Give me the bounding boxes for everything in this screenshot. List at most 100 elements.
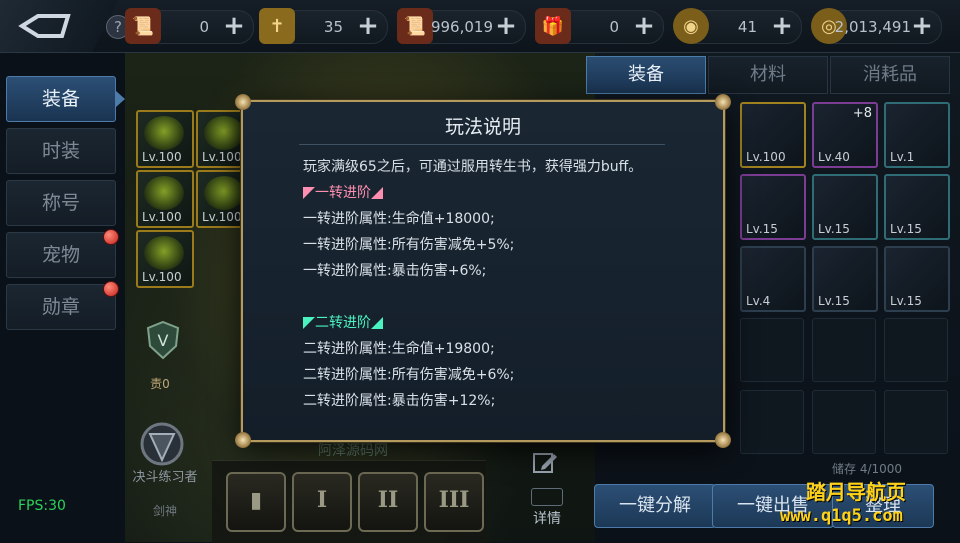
details-button[interactable]: 详情 xyxy=(524,488,570,532)
empty-slot[interactable] xyxy=(812,390,876,454)
resource-coin-stack: ◎ 2,013,491 + xyxy=(811,8,942,44)
empty-slot[interactable] xyxy=(884,390,948,454)
item-level: Lv.15 xyxy=(746,222,778,236)
item-level: Lv.40 xyxy=(818,150,850,164)
enhance-level: +8 xyxy=(852,106,872,121)
empty-slot[interactable] xyxy=(740,318,804,382)
section-heading-2: 二转进阶 xyxy=(303,310,713,336)
skill-slot-3[interactable]: III xyxy=(424,472,484,532)
add-button[interactable]: + xyxy=(909,13,935,40)
inventory-item[interactable]: Lv.15 xyxy=(884,246,950,312)
empty-slot[interactable] xyxy=(884,318,948,382)
corner-ornament xyxy=(235,94,251,110)
resource-map-scroll: 📜 996,019 + xyxy=(397,8,526,44)
back-button[interactable] xyxy=(0,0,118,52)
corner-marker-icon xyxy=(371,187,383,199)
section-title: 一转进阶 xyxy=(315,185,371,201)
inventory-item[interactable]: Lv.15 xyxy=(884,174,950,240)
armor-icon xyxy=(144,116,184,150)
section-title: 二转进阶 xyxy=(315,315,371,331)
add-button[interactable]: + xyxy=(769,13,795,40)
add-button[interactable]: + xyxy=(355,13,381,40)
item-level: Lv.4 xyxy=(746,294,771,308)
attribute-line: 二转进阶属性:暴击伤害+12%; xyxy=(303,393,496,409)
inventory-item[interactable]: Lv.15 xyxy=(740,174,806,240)
resource-value: 996,019 xyxy=(430,18,493,36)
dialog-title: 玩法说明 xyxy=(444,116,521,138)
add-button[interactable]: + xyxy=(493,13,519,40)
inventory-item[interactable]: Lv.4 xyxy=(740,246,806,312)
empty-slot[interactable] xyxy=(812,318,876,382)
sidebar-item-equipment[interactable]: 装备 xyxy=(6,76,125,122)
chevron-up-icon xyxy=(531,488,563,506)
sidebar-item-label: 宠物 xyxy=(41,244,80,266)
honor-badge: 责0 xyxy=(150,377,170,391)
skill-slot-2[interactable]: II xyxy=(358,472,418,532)
dialog-body: 玩家满级65之后，可通过服用转生书，获得强力buff。 一转进阶 一转进阶属性:… xyxy=(303,154,713,414)
slot-level: Lv.100 xyxy=(202,150,242,164)
skill-label: III xyxy=(438,487,470,513)
skill-label: I xyxy=(316,487,328,513)
gameplay-info-dialog: 玩法说明 玩家满级65之后，可通过服用转生书，获得强力buff。 一转进阶 一转… xyxy=(235,94,731,448)
armor-icon xyxy=(204,176,244,210)
resource-value: 41 xyxy=(737,18,757,36)
duel-emblem-icon xyxy=(140,422,184,466)
slot-level: Lv.100 xyxy=(142,270,182,284)
brand-url: www.q1q5.com xyxy=(780,506,903,526)
details-label: 详情 xyxy=(533,511,561,527)
armor-icon xyxy=(144,176,184,210)
tab-label: 材料 xyxy=(750,64,786,85)
button-label: 一键分解 xyxy=(619,495,691,516)
brand-name: 踏月导航页 xyxy=(806,480,906,504)
equip-slot[interactable]: Lv.100 xyxy=(136,230,194,288)
inventory-item[interactable]: Lv.15 xyxy=(812,174,878,240)
skill-book-icon: ▮ xyxy=(249,487,263,513)
item-level: Lv.1 xyxy=(890,150,915,164)
attribute-line: 一转进阶属性:所有伤害减免+5%; xyxy=(303,237,515,253)
section-heading-1: 一转进阶 xyxy=(303,180,713,206)
corner-marker-icon xyxy=(371,317,383,329)
sidebar-item-label: 时装 xyxy=(41,140,80,162)
tab-label: 装备 xyxy=(628,64,664,85)
map-scroll-icon: 📜 xyxy=(397,8,433,44)
equip-slot[interactable]: Lv.100 xyxy=(136,110,194,168)
inventory-item[interactable]: +8 Lv.40 xyxy=(812,102,878,168)
attribute-line: 一转进阶属性:生命值+18000; xyxy=(303,211,495,227)
skill-slot-1[interactable]: I xyxy=(292,472,352,532)
attribute-line: 一转进阶属性:暴击伤害+6%; xyxy=(303,263,487,279)
decompose-all-button[interactable]: 一键分解 xyxy=(594,484,716,528)
sidebar-item-title[interactable]: 称号 xyxy=(6,180,116,226)
item-level: Lv.15 xyxy=(890,294,922,308)
add-button[interactable]: + xyxy=(221,13,247,40)
equip-slot[interactable]: Lv.100 xyxy=(136,170,194,228)
inventory-item[interactable]: Lv.15 xyxy=(812,246,878,312)
skill-slot-empty[interactable]: ▮ xyxy=(226,472,286,532)
resource-scroll: 📜 0 + xyxy=(125,8,254,44)
inventory-item[interactable]: Lv.1 xyxy=(884,102,950,168)
tab-equipment[interactable]: 装备 xyxy=(586,56,706,94)
tab-materials[interactable]: 材料 xyxy=(708,56,828,94)
empty-slot[interactable] xyxy=(740,390,804,454)
back-arrow-icon xyxy=(18,14,71,38)
sidebar-item-fashion[interactable]: 时装 xyxy=(6,128,116,174)
class-label: 剑神 xyxy=(152,504,177,518)
inventory-item[interactable]: Lv.100 xyxy=(740,102,806,168)
edit-icon[interactable] xyxy=(532,450,558,476)
gift-scroll-icon: 🎁 xyxy=(535,8,571,44)
sidebar-item-medal[interactable]: 勋章 xyxy=(6,281,119,330)
rank-shield-icon: V xyxy=(146,320,180,360)
resource-value: 0 xyxy=(199,18,209,36)
item-level: Lv.15 xyxy=(818,222,850,236)
attribute-line: 二转进阶属性:所有伤害减免+6%; xyxy=(303,367,515,383)
fps-counter: FPS:30 xyxy=(18,498,66,514)
sidebar-item-label: 装备 xyxy=(41,88,80,110)
sidebar-item-label: 称号 xyxy=(41,192,80,214)
tab-consumables[interactable]: 消耗品 xyxy=(830,56,950,94)
sidebar-item-pet[interactable]: 宠物 xyxy=(6,229,119,278)
corner-marker-icon xyxy=(303,317,315,329)
add-button[interactable]: + xyxy=(631,13,657,40)
sidebar-item-label: 勋章 xyxy=(41,296,80,318)
intro-text: 玩家满级65之后，可通过服用转生书，获得强力buff。 xyxy=(303,159,643,175)
gold-coin-icon: ◉ xyxy=(673,8,709,44)
slot-level: Lv.100 xyxy=(202,210,242,224)
